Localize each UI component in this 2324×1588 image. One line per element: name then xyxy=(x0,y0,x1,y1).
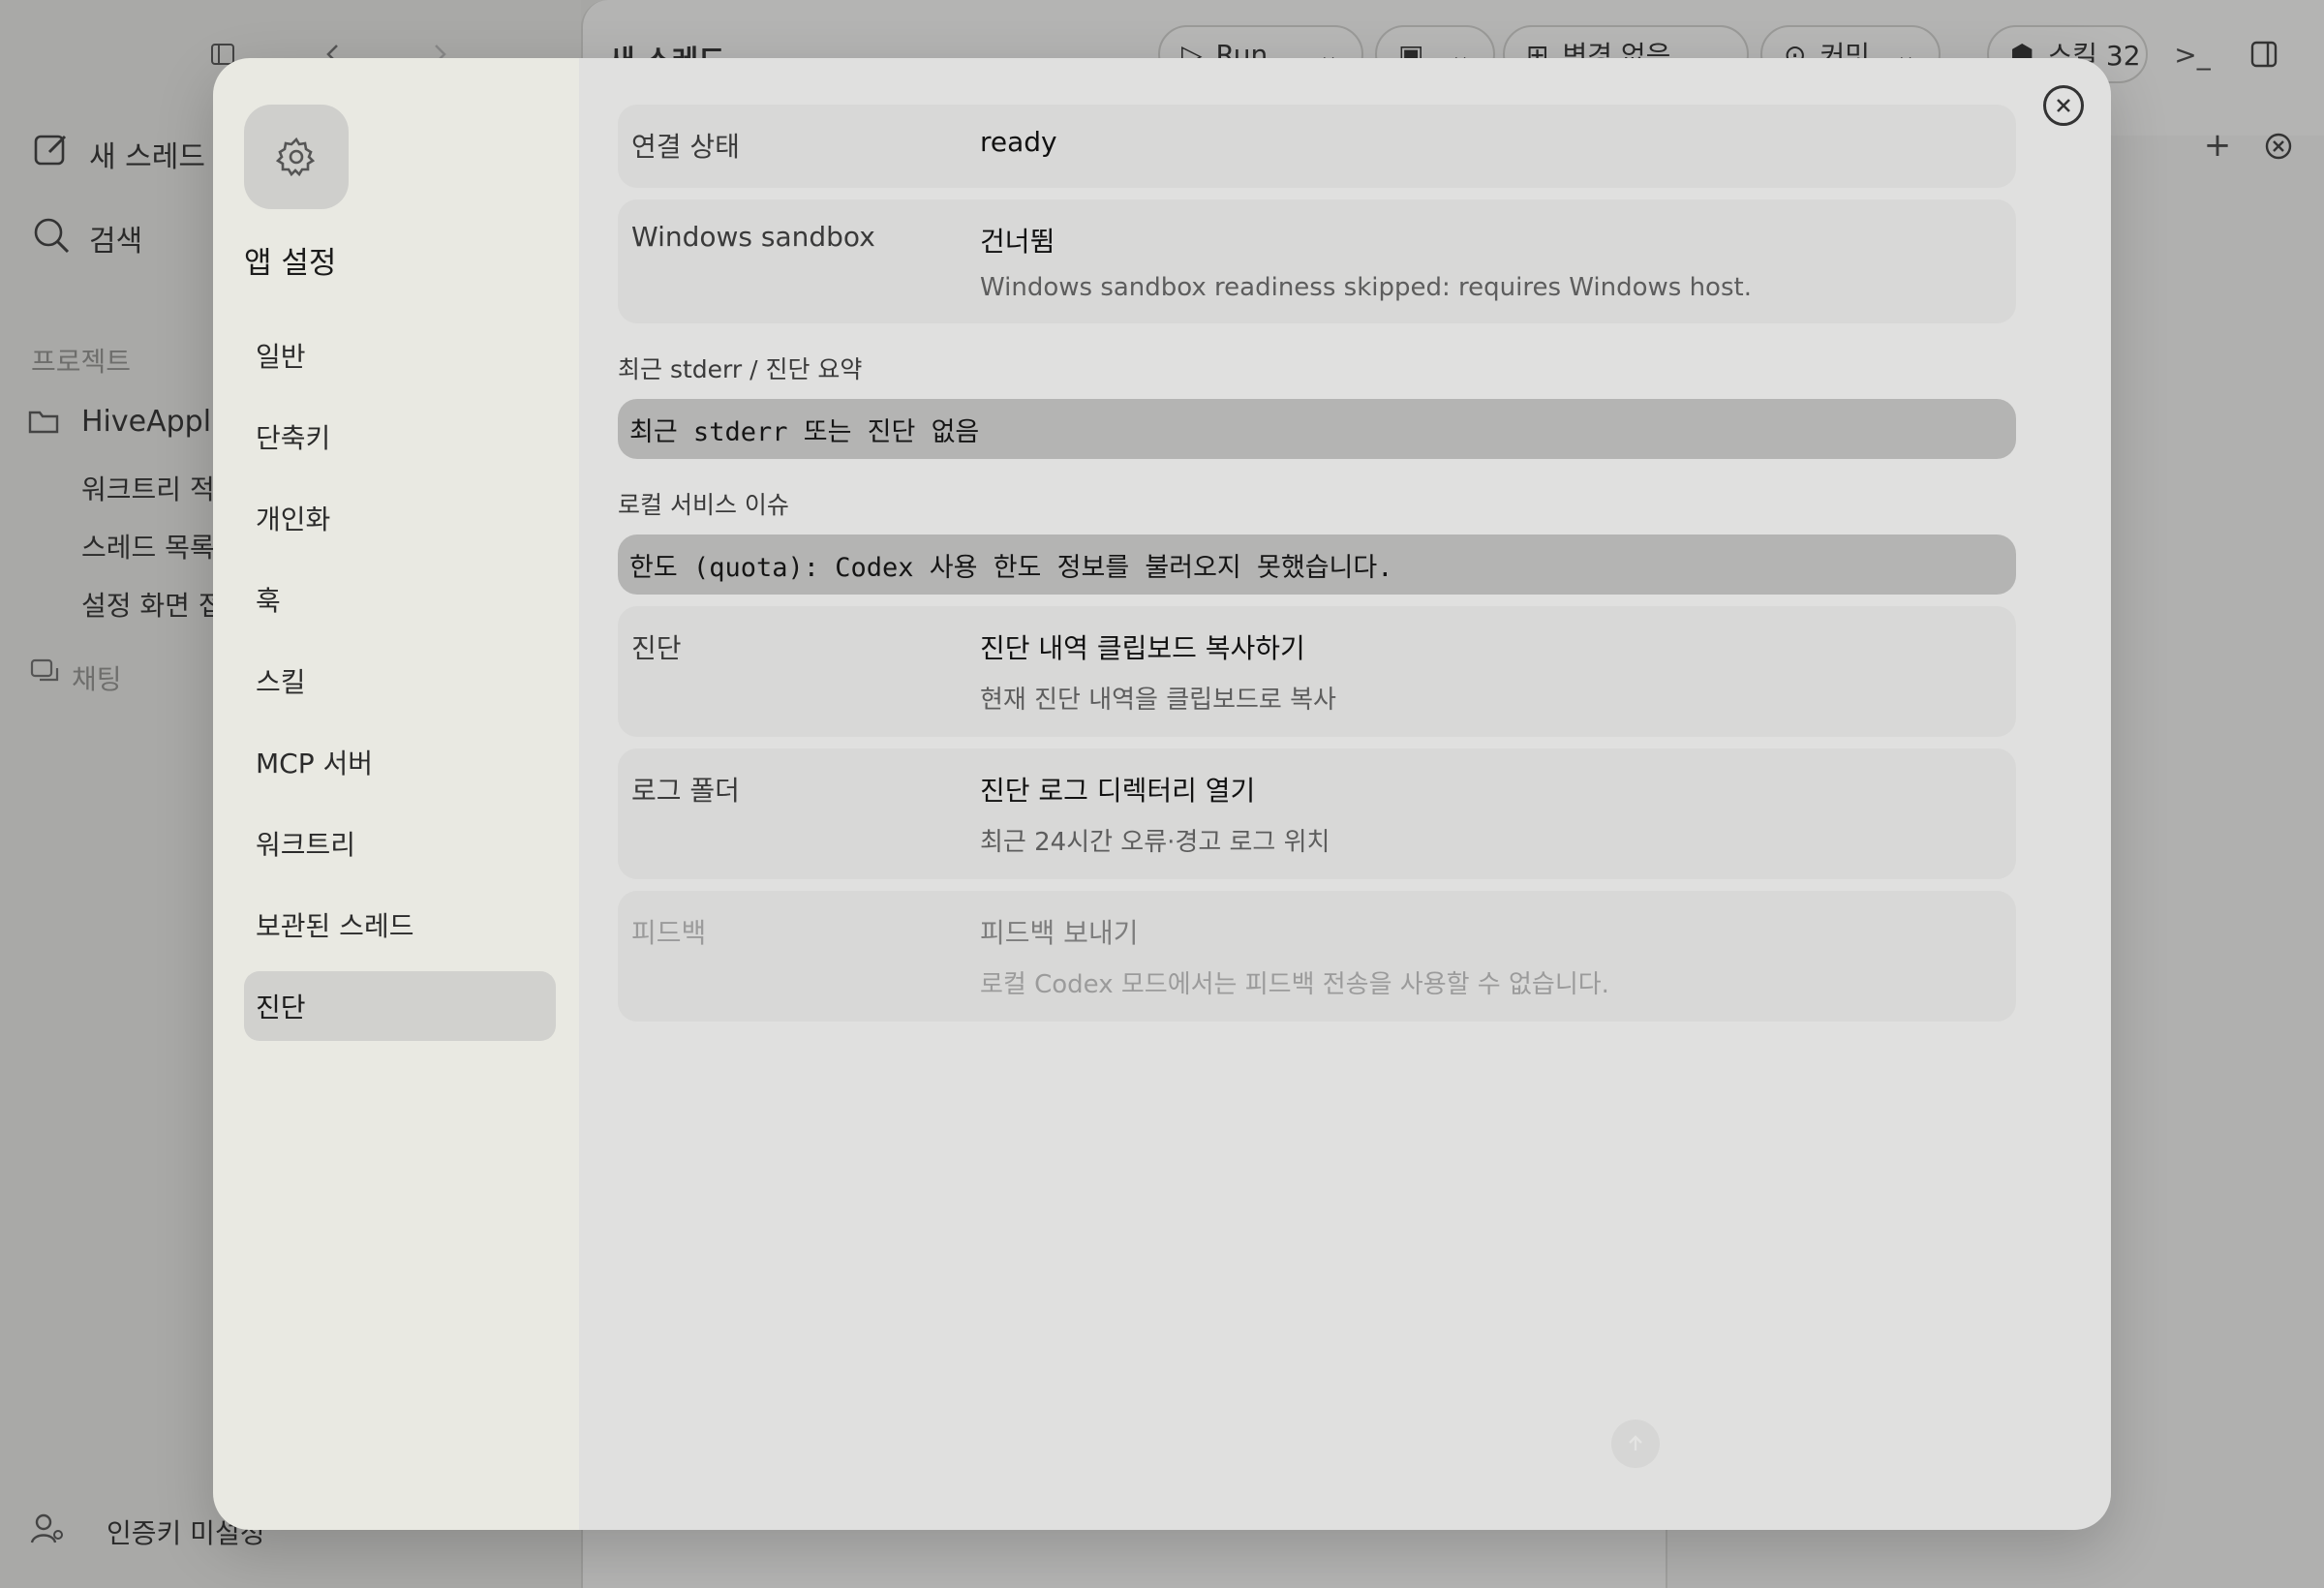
nav-item-general[interactable]: 일반 xyxy=(244,321,556,390)
settings-modal: 앱 설정 일반 단축키 개인화 훅 스킬 MCP 서버 워크트리 보관된 스레드… xyxy=(213,58,2111,1530)
close-modal-button[interactable] xyxy=(2043,85,2084,126)
copy-diagnostics-action[interactable]: 진단 내역 클립보드 복사하기 xyxy=(980,627,2003,666)
settings-gear-tile xyxy=(244,105,349,209)
close-icon xyxy=(2057,99,2070,112)
copy-diagnostics-detail: 현재 진단 내역을 클립보드로 복사 xyxy=(980,686,1336,715)
row-key: 연결 상태 xyxy=(631,131,740,163)
terminal-icon[interactable]: >_ xyxy=(2174,37,2210,72)
stderr-section-label: 최근 stderr / 진단 요약 xyxy=(618,355,863,383)
nav-item-shortcuts[interactable]: 단축키 xyxy=(244,402,556,472)
nav-item-worktree[interactable]: 워크트리 xyxy=(244,809,556,878)
nav-item-personalization[interactable]: 개인화 xyxy=(244,483,556,553)
send-feedback-detail: 로컬 Codex 모드에서는 피드백 전송을 사용할 수 없습니다. xyxy=(980,970,1609,999)
send-feedback-action: 피드백 보내기 xyxy=(980,917,1139,949)
projects-heading: 프로젝트 xyxy=(31,346,132,378)
thread-item[interactable]: 스레드 목록 xyxy=(81,527,215,565)
user-settings-icon[interactable] xyxy=(29,1511,66,1547)
panel-toggle-icon[interactable] xyxy=(2247,37,2281,72)
gear-icon xyxy=(275,137,316,177)
stderr-summary-box: 최근 stderr 또는 진단 없음 xyxy=(618,399,2016,459)
local-issues-section-label: 로컬 서비스 이슈 xyxy=(618,491,789,519)
compose-icon[interactable] xyxy=(31,130,72,170)
new-thread-label[interactable]: 새 스레드 xyxy=(89,133,205,175)
row-key: 로그 폴더 xyxy=(631,775,740,807)
chat-icon xyxy=(29,657,62,689)
nav-item-hooks[interactable]: 훅 xyxy=(244,565,556,634)
open-log-dir-action[interactable]: 진단 로그 디렉터리 열기 xyxy=(980,770,2003,809)
sandbox-status-detail: Windows sandbox readiness skipped: requi… xyxy=(980,273,1752,302)
connection-status-value: ready xyxy=(980,126,1057,158)
search-label[interactable]: 검색 xyxy=(89,217,142,260)
open-log-dir-detail: 최근 24시간 오류·경고 로그 위치 xyxy=(980,828,1330,857)
local-issues-box: 한도 (quota): Codex 사용 한도 정보를 불러오지 못했습니다. xyxy=(618,534,2016,595)
project-name[interactable]: HiveAppll xyxy=(81,405,219,439)
close-circle-icon[interactable] xyxy=(2262,130,2295,163)
row-key: 피드백 xyxy=(631,917,707,949)
feedback-row: 피드백 피드백 보내기 로컬 Codex 모드에서는 피드백 전송을 사용할 수… xyxy=(618,891,2016,1022)
log-folder-row[interactable]: 로그 폴더 진단 로그 디렉터리 열기 최근 24시간 오류·경고 로그 위치 xyxy=(618,748,2016,879)
nav-item-skills[interactable]: 스킬 xyxy=(244,646,556,716)
chat-label[interactable]: 채팅 xyxy=(72,658,122,697)
row-key: Windows sandbox xyxy=(631,221,875,253)
nav-item-diagnostics[interactable]: 진단 xyxy=(244,971,556,1041)
sandbox-status-value: 건너뜀 xyxy=(980,226,1055,258)
connection-status-row: 연결 상태 ready xyxy=(618,105,2016,188)
settings-nav: 앱 설정 일반 단축키 개인화 훅 스킬 MCP 서버 워크트리 보관된 스레드… xyxy=(213,58,579,1530)
settings-nav-list: 일반 단축키 개인화 훅 스킬 MCP 서버 워크트리 보관된 스레드 진단 xyxy=(244,321,556,1041)
nav-item-mcp-servers[interactable]: MCP 서버 xyxy=(244,727,556,797)
row-key: 진단 xyxy=(631,632,682,664)
add-icon[interactable]: + xyxy=(2200,126,2235,165)
diagnostics-panel: 연결 상태 ready Windows sandbox 건너뜀 Windows … xyxy=(579,58,2111,1530)
thread-item[interactable]: 설정 화면 접 xyxy=(81,585,224,624)
windows-sandbox-row: Windows sandbox 건너뜀 Windows sandbox read… xyxy=(618,199,2016,323)
nav-item-archived-threads[interactable]: 보관된 스레드 xyxy=(244,890,556,960)
search-icon[interactable] xyxy=(31,215,72,256)
send-icon xyxy=(1611,1420,1660,1468)
folder-icon xyxy=(27,405,60,438)
app-window: 새 스레드 검색 프로젝트 HiveAppll 워크트리 적용 스레드 목록 설… xyxy=(0,0,2324,1588)
settings-title: 앱 설정 xyxy=(244,246,337,281)
diagnostics-copy-row[interactable]: 진단 진단 내역 클립보드 복사하기 현재 진단 내역을 클립보드로 복사 xyxy=(618,606,2016,737)
